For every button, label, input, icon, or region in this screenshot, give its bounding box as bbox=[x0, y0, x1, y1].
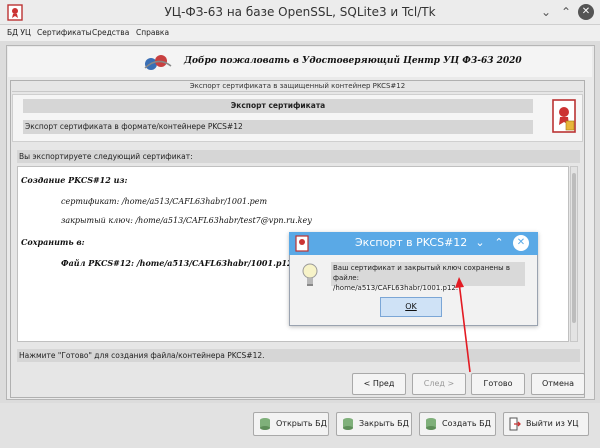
exit-label: Выйти из УЦ bbox=[526, 419, 579, 428]
dialog-message: Ваш сертификат и закрытый ключ сохранены… bbox=[331, 262, 525, 292]
welcome-banner: Добро пожаловать в Удостоверяющий Центр … bbox=[8, 47, 592, 77]
back-button[interactable]: < Пред bbox=[352, 373, 406, 395]
open-db-button[interactable]: Открыть БД bbox=[253, 412, 329, 436]
certificate-icon bbox=[552, 99, 576, 133]
private-key-path: закрытый ключ: /home/a513/CAFL63habr/tes… bbox=[61, 216, 312, 225]
finish-button[interactable]: Готово bbox=[471, 373, 525, 395]
open-db-label: Открыть БД bbox=[276, 419, 327, 428]
cancel-button[interactable]: Отмена bbox=[531, 373, 585, 395]
wizard-title: Экспорт сертификата в защищенный контейн… bbox=[12, 82, 583, 92]
output-file-path: Файл PKCS#12: /home/a513/CAFL63habr/1001… bbox=[61, 258, 293, 268]
exit-icon bbox=[509, 417, 521, 431]
wizard-subheading: Экспорт сертификата в формате/контейнере… bbox=[23, 120, 533, 134]
certificate-icon bbox=[295, 235, 309, 252]
creation-label: Создание PKCS#12 из: bbox=[21, 175, 128, 185]
menu-help[interactable]: Справка bbox=[136, 28, 169, 37]
banner-title: Добро пожаловать в Удостоверяющий Центр … bbox=[184, 56, 522, 66]
dialog-maximize-button[interactable]: ⌃ bbox=[492, 235, 506, 251]
logo-icon bbox=[144, 55, 172, 70]
database-icon bbox=[343, 418, 353, 430]
create-db-label: Создать БД bbox=[442, 419, 491, 428]
dialog-message-line1: Ваш сертификат и закрытый ключ сохранены… bbox=[333, 264, 510, 282]
wizard-heading: Экспорт сертификата bbox=[23, 99, 533, 113]
ok-button[interactable]: OK bbox=[380, 297, 442, 317]
dialog-title-bar: Экспорт в PKCS#12 ⌄ ⌃ ✕ bbox=[289, 232, 538, 255]
next-button[interactable]: След > bbox=[412, 373, 466, 395]
minimize-button[interactable]: ⌄ bbox=[538, 4, 554, 20]
dialog-close-button[interactable]: ✕ bbox=[513, 235, 529, 251]
dialog-minimize-button[interactable]: ⌄ bbox=[473, 235, 487, 251]
menu-certificates[interactable]: Сертификаты bbox=[37, 28, 92, 37]
menu-bar: БД УЦ Сертификаты Средства Справка bbox=[0, 25, 600, 41]
close-db-label: Закрыть БД bbox=[359, 419, 409, 428]
window-title: УЦ-ФЗ-63 на базе OpenSSL, SQLite3 и Tcl/… bbox=[164, 5, 436, 19]
menu-tools[interactable]: Средства bbox=[92, 28, 129, 37]
certificate-path: сертификат: /home/a513/CAFL63habr/1001.p… bbox=[61, 197, 268, 206]
menu-db[interactable]: БД УЦ bbox=[7, 28, 31, 37]
database-icon bbox=[426, 418, 436, 430]
save-label: Сохранить в: bbox=[21, 237, 85, 247]
create-db-button[interactable]: Создать БД bbox=[419, 412, 496, 436]
maximize-button[interactable]: ⌃ bbox=[558, 4, 574, 20]
title-bar: УЦ-ФЗ-63 на базе OpenSSL, SQLite3 и Tcl/… bbox=[0, 0, 600, 25]
exit-button[interactable]: Выйти из УЦ bbox=[503, 412, 589, 436]
footer-hint: Нажмите "Готово" для создания файла/конт… bbox=[17, 349, 580, 362]
close-db-button[interactable]: Закрыть БД bbox=[336, 412, 412, 436]
lightbulb-icon bbox=[302, 263, 318, 286]
intro-text: Вы экспортируете следующий сертификат: bbox=[17, 150, 580, 163]
dialog-message-line2: /home/a513/CAFL63habr/1001.p12. bbox=[333, 284, 459, 292]
content-scrollbar[interactable] bbox=[570, 166, 578, 342]
close-button[interactable]: ✕ bbox=[578, 4, 594, 20]
database-icon bbox=[260, 418, 270, 430]
dialog-title: Экспорт в PKCS#12 bbox=[355, 236, 468, 249]
